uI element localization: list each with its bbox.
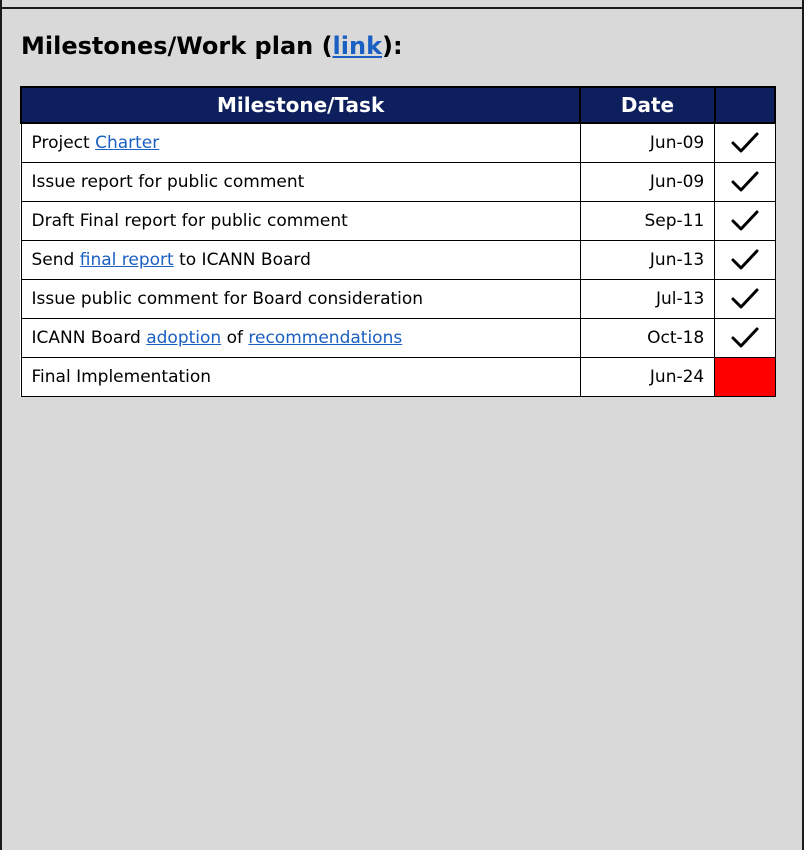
milestones-table: Milestone/Task Date Project Charter Jun-0… [19,86,777,397]
date-cell: Jun-09 [579,122,716,163]
table-row: Send final report to ICANN Board Jun-13 [20,240,776,280]
status-complete-cell [714,201,776,241]
checkmark-icon [731,327,759,348]
status-complete-cell [714,279,776,319]
checkmark-icon [731,210,759,231]
table-row: Issue report for public comment Jun-09 [20,162,776,202]
table-row: Project Charter Jun-09 [20,122,776,163]
task-text: to ICANN Board [173,250,311,270]
date-cell: Jun-24 [579,357,716,397]
task-text: Draft Final report for public comment [31,211,348,231]
table-row: Final Implementation Jun-24 [20,357,776,397]
table-header-row: Milestone/Task Date [19,86,777,124]
table-row: Issue public comment for Board considera… [20,279,776,319]
table-row: ICANN Board adoption of recommendations O… [20,318,776,358]
task-text: Send [31,250,80,270]
task-text: Issue public comment for Board considera… [31,289,424,309]
header-status [713,86,777,124]
checkmark-icon [731,249,759,270]
task-cell: Project Charter [20,122,581,163]
checkmark-icon [731,132,759,153]
status-complete-cell [714,318,776,358]
date-cell: Oct-18 [579,318,716,358]
task-text: Issue report for public comment [31,172,305,192]
status-complete-cell [714,240,776,280]
status-complete-cell [714,122,776,163]
task-link[interactable]: Charter [95,133,159,153]
status-pending-cell [714,357,776,397]
top-divider [2,0,804,9]
heading-link[interactable]: link [333,32,383,60]
date-cell: Jun-13 [579,240,716,280]
task-text: Final Implementation [31,367,212,387]
task-link[interactable]: adoption [146,328,221,348]
date-cell: Jun-09 [579,162,716,202]
header-task: Milestone/Task [19,86,582,124]
task-cell: Issue public comment for Board considera… [20,279,581,319]
status-complete-cell [714,162,776,202]
header-date: Date [579,86,716,124]
task-cell: Issue report for public comment [20,162,581,202]
date-cell: Jul-13 [579,279,716,319]
task-text: Project [31,133,96,153]
heading-prefix: Milestones/Work plan ( [21,32,333,60]
checkmark-icon [731,171,759,192]
task-cell: Send final report to ICANN Board [20,240,581,280]
task-cell: Final Implementation [20,357,581,397]
task-text: of [221,328,249,348]
task-link[interactable]: recommendations [248,328,402,348]
task-link[interactable]: final report [80,250,174,270]
date-cell: Sep-11 [579,201,716,241]
task-cell: ICANN Board adoption of recommendations [20,318,581,358]
milestones-panel: Milestones/Work plan (link): Milestone/T… [0,0,804,850]
task-cell: Draft Final report for public comment [20,201,581,241]
task-text: ICANN Board [31,328,147,348]
heading-suffix: ): [382,32,403,60]
table-row: Draft Final report for public comment Sep… [20,201,776,241]
section-heading: Milestones/Work plan (link): [21,32,403,60]
checkmark-icon [731,288,759,309]
